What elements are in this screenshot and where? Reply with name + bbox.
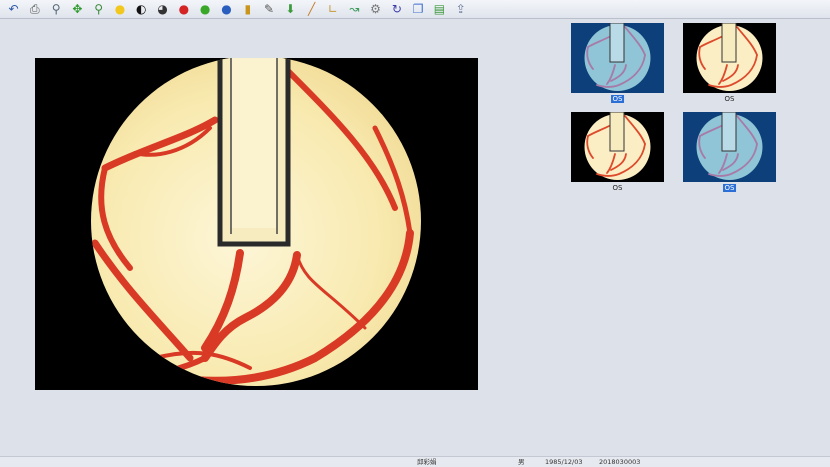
curve-button[interactable]: ↝ <box>347 2 362 17</box>
zoom-button[interactable]: ⚲ <box>49 2 64 17</box>
image-button[interactable]: ▤ <box>432 2 447 17</box>
histogram-icon: ▮ <box>244 2 252 16</box>
fundus-image <box>35 58 478 390</box>
red-channel-icon: ● <box>178 2 190 16</box>
move-icon: ✥ <box>72 2 83 16</box>
thumbnail-label[interactable]: OS <box>723 95 737 103</box>
undo-button[interactable]: ↶ <box>6 2 21 17</box>
blue-channel-button[interactable]: ● <box>219 2 234 17</box>
magic-wand-button[interactable]: ⚲ <box>91 2 106 17</box>
histogram-button[interactable]: ▮ <box>240 2 255 17</box>
thumbnail[interactable] <box>683 112 776 182</box>
magic-wand-icon: ⚲ <box>94 2 104 16</box>
printer-icon: ⎙ <box>29 2 40 16</box>
blue-channel-icon: ● <box>221 2 232 16</box>
thumbnail-label[interactable]: OS <box>722 184 737 192</box>
contrast-icon: ◐ <box>136 2 147 16</box>
rotate-button[interactable]: ↻ <box>389 2 404 17</box>
download-button[interactable]: ⬇ <box>283 2 298 17</box>
rotate-icon: ↻ <box>391 2 402 16</box>
green-channel-icon: ● <box>199 2 211 16</box>
move-button[interactable]: ✥ <box>70 2 85 17</box>
brightness-icon: ● <box>114 2 126 16</box>
export-button[interactable]: ⇪ <box>453 2 468 17</box>
thumbnail[interactable] <box>571 23 664 93</box>
thumbnail-label[interactable]: OS <box>610 95 625 103</box>
red-channel-button[interactable]: ● <box>176 2 191 17</box>
thumbnail[interactable] <box>683 23 776 93</box>
gamma-button[interactable]: ◕ <box>155 2 170 17</box>
download-icon: ⬇ <box>285 2 296 16</box>
brightness-button[interactable]: ● <box>112 2 127 17</box>
green-channel-button[interactable]: ● <box>198 2 213 17</box>
angle-icon: ∟ <box>327 2 338 16</box>
ruler-icon: ╱ <box>308 2 316 16</box>
pencil-icon: ✎ <box>264 2 275 16</box>
zoom-icon: ⚲ <box>51 2 61 16</box>
export-icon: ⇪ <box>455 2 466 16</box>
report-button[interactable]: ⚙ <box>368 2 383 17</box>
printer-button[interactable]: ⎙ <box>27 2 42 17</box>
ruler-button[interactable]: ╱ <box>304 2 319 17</box>
copy-button[interactable]: ❐ <box>411 2 426 17</box>
thumbnail-label[interactable]: OS <box>611 184 625 192</box>
toolbar: ↶ ⎙ ⚲ ✥ ⚲ ● ◐ ◕ ● ● ● ▮ ✎ ⬇ ╱ ∟ ↝ ⚙ ↻ ❐ ▤ ⇪ <box>0 0 830 19</box>
report-icon: ⚙ <box>370 2 381 16</box>
contrast-button[interactable]: ◐ <box>134 2 149 17</box>
gamma-icon: ◕ <box>157 2 168 16</box>
main-image-viewer[interactable] <box>35 58 478 390</box>
curve-icon: ↝ <box>349 2 360 16</box>
angle-button[interactable]: ∟ <box>325 2 340 17</box>
copy-icon: ❐ <box>412 2 424 16</box>
pencil-button[interactable]: ✎ <box>262 2 277 17</box>
status-bar: 邱彩娟 男 1985/12/03 2018030003 <box>0 456 830 467</box>
undo-icon: ↶ <box>8 2 19 16</box>
thumbnail[interactable] <box>571 112 664 182</box>
image-icon: ▤ <box>433 2 446 16</box>
